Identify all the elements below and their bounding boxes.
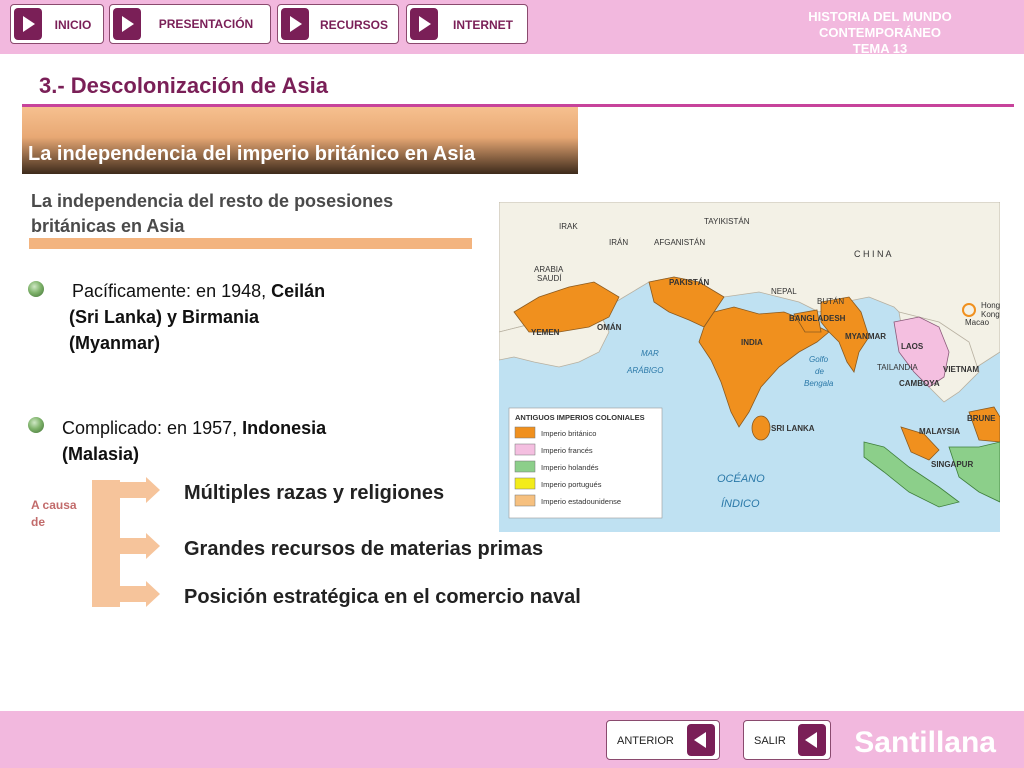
map-label: OCÉANO — [717, 472, 765, 485]
map-label: IRAK — [559, 222, 578, 231]
nav-inicio-label: INICIO — [54, 18, 92, 32]
map-graphic: IRAK IRÁN AFGANISTÁN TAYIKISTÁN ARABIA S… — [499, 202, 1000, 532]
salir-button[interactable]: SALIR — [743, 720, 831, 760]
santillana-logo: Santillana — [854, 726, 996, 759]
subheading: La independencia del resto de posesiones… — [31, 191, 394, 236]
bullet-peaceful-bold: Ceilán — [271, 281, 326, 301]
cause-arrow-3-stem — [120, 586, 146, 602]
map-label: TAYIKISTÁN — [704, 217, 750, 226]
bullet-peaceful-line3: (Myanmar) — [69, 333, 161, 353]
arrow-right-icon — [146, 581, 160, 607]
cause-3: Posición estratégica en el comercio nava… — [184, 586, 581, 608]
bullet-peaceful: Pacíficamente: en 1948, Ceilán — [72, 278, 402, 304]
anterior-button[interactable]: ANTERIOR — [606, 720, 720, 760]
nav-recursos-button[interactable]: RECURSOS — [277, 4, 399, 44]
map-label: BRUNE — [967, 414, 996, 423]
footer-bar: ANTERIOR SALIR Santillana — [0, 711, 1024, 768]
map-label: AFGANISTÁN — [654, 238, 705, 247]
map-label: SINGAPUR — [931, 460, 973, 469]
course-title-line1: HISTORIA DEL MUNDO CONTEMPORÁNEO — [808, 9, 952, 40]
arrow-right-icon — [146, 533, 160, 559]
bullet-icon — [28, 417, 44, 433]
map-label: SRI LANKA — [771, 424, 815, 433]
map-label: YEMEN — [531, 328, 560, 337]
course-title-line2: TEMA 13 — [852, 41, 908, 56]
legend-swatch — [514, 426, 536, 439]
play-arrow-icon — [113, 8, 141, 40]
arrow-right-icon — [146, 477, 160, 503]
play-arrow-icon — [281, 8, 309, 40]
bullet-peaceful-prefix: Pacíficamente: en 1948, — [72, 281, 272, 301]
legend-swatch — [514, 443, 536, 456]
topic-banner-text: La independencia del imperio británico e… — [28, 143, 476, 165]
map-label: Bengala — [804, 379, 834, 388]
map-label: BANGLADESH — [789, 314, 846, 323]
bullet-peaceful-line2: (Sri Lanka) y Birmania — [69, 307, 260, 327]
back-arrow-icon — [687, 724, 715, 756]
map-label: VIETNAM — [943, 365, 979, 374]
course-title: HISTORIA DEL MUNDO CONTEMPORÁNEO TEMA 13 — [750, 9, 1010, 57]
map-label: Macao — [965, 318, 990, 327]
section-title: 3.- Descolonización de Asia — [39, 73, 328, 98]
map-label: MAR — [641, 349, 659, 358]
map-label: CAMBOYA — [899, 379, 940, 388]
nav-recursos-label: RECURSOS — [319, 18, 388, 32]
nav-presentacion-label: PRESENTACIÓN — [158, 17, 254, 31]
topic-banner: La independencia del imperio británico e… — [22, 107, 578, 174]
play-arrow-icon — [14, 8, 42, 40]
bullet-complicated-prefix: Complicado: en 1957, — [62, 418, 243, 438]
nav-internet-label: INTERNET — [453, 18, 513, 32]
colonial-empires-map: IRAK IRÁN AFGANISTÁN TAYIKISTÁN ARABIA S… — [499, 202, 1000, 532]
map-label: Hong — [981, 301, 1000, 310]
map-legend: ANTIGUOS IMPERIOS COLONIALES Imperio bri… — [508, 407, 663, 519]
map-label: TAILANDIA — [877, 363, 918, 372]
legend-swatch — [514, 477, 536, 490]
map-label: C H I N A — [854, 249, 892, 259]
map-label: de — [815, 367, 824, 376]
nav-presentacion-button[interactable]: PRESENTACIÓN — [109, 4, 271, 44]
legend-swatch — [514, 460, 536, 473]
map-label: OMÁN — [597, 323, 622, 332]
map-label: SAUDÍ — [537, 274, 562, 283]
cause-2: Grandes recursos de materias primas — [184, 538, 544, 560]
subheading-underline — [29, 238, 472, 249]
top-navigation-bar: INICIO PRESENTACIÓN RECURSOS INTERNET HI… — [0, 0, 1024, 57]
sri-lanka — [751, 415, 771, 441]
legend-label: Imperio británico — [541, 429, 596, 438]
legend-label: Imperio francés — [541, 446, 593, 455]
map-label: PAKISTÁN — [669, 278, 710, 287]
cause-brace — [92, 480, 120, 607]
anterior-label: ANTERIOR — [617, 735, 674, 747]
bullet-complicated-bold: Indonesia — [242, 418, 327, 438]
cause-arrow-1-stem — [120, 482, 146, 498]
map-label: ARABIA — [534, 265, 564, 274]
map-label: ÍNDICO — [721, 497, 760, 510]
nav-inicio-button[interactable]: INICIO — [10, 4, 104, 44]
map-label: INDIA — [741, 338, 763, 347]
legend-label: Imperio portugués — [541, 480, 602, 489]
cause-1: Múltiples razas y religiones — [184, 482, 445, 504]
map-label: NEPAL — [771, 287, 797, 296]
back-arrow-icon — [798, 724, 826, 756]
map-label: MALAYSIA — [919, 427, 960, 436]
map-label: Golfo — [809, 355, 829, 364]
nav-internet-button[interactable]: INTERNET — [406, 4, 528, 44]
map-label: ARÁBIGO — [626, 366, 663, 375]
map-label: IRÁN — [609, 238, 628, 247]
map-label: BUTÁN — [817, 297, 844, 306]
a-causa-label: A causa de — [31, 498, 77, 529]
map-label: LAOS — [901, 342, 924, 351]
bullet-complicated: Complicado: en 1957, Indonesia — [62, 415, 392, 441]
legend-label: Imperio estadounidense — [541, 497, 621, 506]
legend-title: ANTIGUOS IMPERIOS COLONIALES — [515, 413, 645, 422]
legend-label: Imperio holandés — [541, 463, 599, 472]
cause-arrow-2-stem — [120, 538, 146, 554]
bullet-complicated-line2: (Malasia) — [62, 444, 140, 464]
play-arrow-icon — [410, 8, 438, 40]
salir-label: SALIR — [754, 735, 786, 747]
map-label: MYANMAR — [845, 332, 886, 341]
legend-swatch — [514, 494, 536, 507]
bullet-icon — [28, 281, 44, 297]
